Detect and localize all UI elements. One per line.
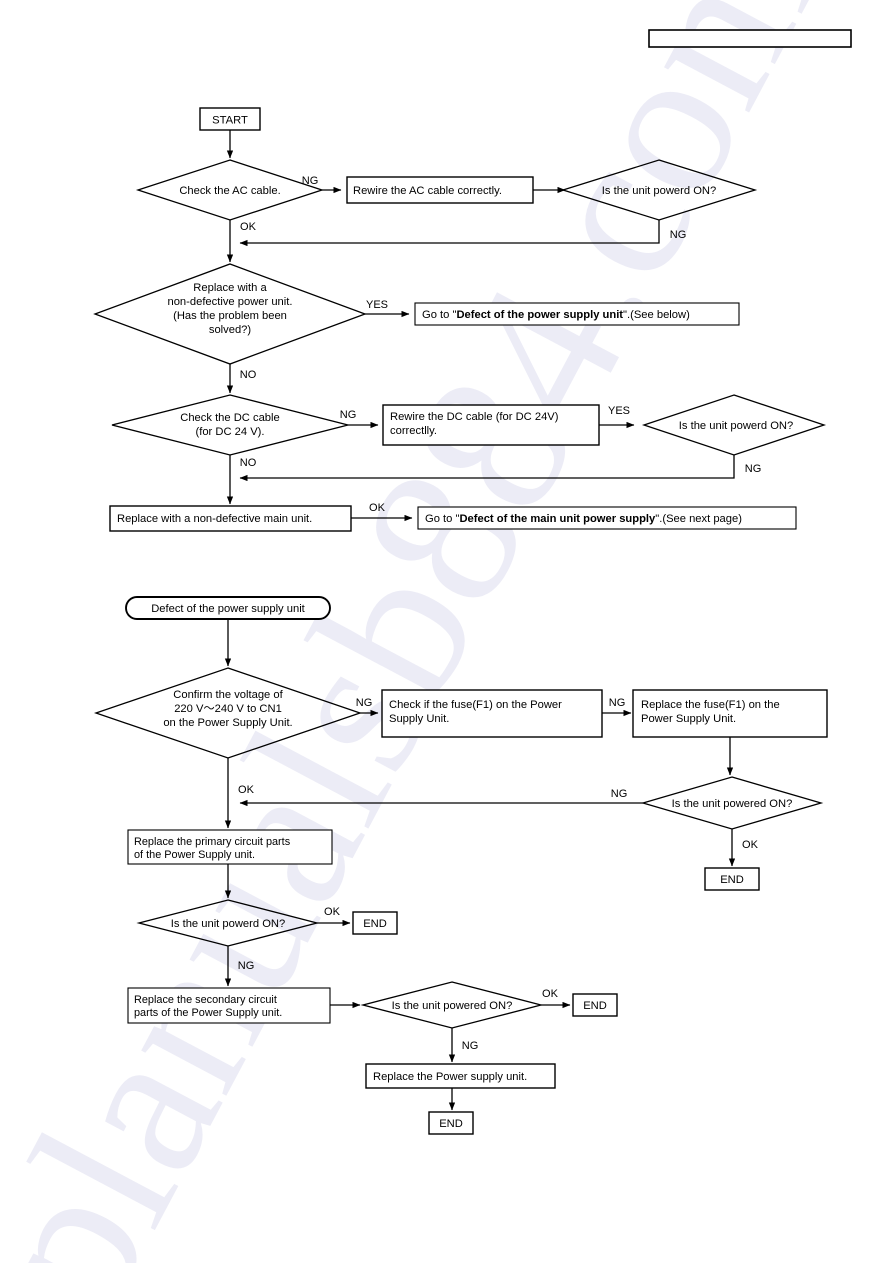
edge-label-yes-1: YES: [366, 299, 388, 311]
node-replace-main-label: Replace with a non-defective main unit.: [117, 513, 312, 525]
node-defect-psu-terminator-label: Defect of the power supply unit: [151, 603, 305, 615]
node-rewire-dc-line-1: Rewire the DC cable (for DC 24V): [390, 411, 559, 423]
node-replace-fuse-line-2: Power Supply Unit.: [641, 713, 736, 725]
node-goto-main-bold: Defect of the main unit power supply: [459, 513, 656, 525]
edge-label-yes-2: YES: [608, 405, 630, 417]
edge-label-ng-4: NG: [745, 463, 762, 475]
edge-label-ok-5: OK: [324, 906, 341, 918]
node-goto-psu-prefix: Go to ": [422, 309, 456, 321]
node-replace-psu-label: Replace the Power supply unit.: [373, 1071, 527, 1083]
edge-label-ok-4: OK: [238, 784, 255, 796]
node-start-label: START: [212, 115, 248, 127]
node-unit-on-1-label: Is the unit powerd ON?: [602, 185, 716, 197]
node-confirm-voltage-line-3: on the Power Supply Unit.: [163, 717, 292, 729]
conn-unit-on-2-ng-feedback: [239, 455, 735, 482]
node-rewire-ac-label: Rewire the AC cable correctly.: [353, 185, 502, 197]
node-replace-primary-line-2: of the Power Supply unit.: [134, 849, 255, 861]
node-check-ac-label: Check the AC cable.: [179, 185, 280, 197]
node-goto-main-suffix: ".(See next page): [655, 513, 742, 525]
edge-label-ok-6: OK: [542, 988, 559, 1000]
edge-label-ok-1: OK: [240, 221, 257, 233]
edge-label-ng-7: NG: [611, 788, 628, 800]
node-check-fuse-line-1: Check if the fuse(F1) on the Power: [389, 699, 562, 711]
node-replace-secondary-line-2: parts of the Power Supply unit.: [134, 1007, 282, 1019]
node-replace-power-line-3: (Has the problem been: [173, 310, 287, 322]
node-replace-primary-line-1: Replace the primary circuit parts: [134, 836, 291, 848]
flowchart: START Check the AC cable. NG Rewire the …: [93, 29, 852, 1135]
node-check-dc-line-2: (for DC 24 V).: [195, 426, 264, 438]
node-replace-power-line-4: solved?): [209, 324, 252, 336]
edge-label-no-2: NO: [240, 457, 257, 469]
node-goto-psu-bold: Defect of the power supply unit: [456, 309, 623, 321]
node-replace-power-line-1: Replace with a: [193, 282, 267, 294]
edge-label-ok-3: OK: [742, 839, 759, 851]
node-rewire-dc-line-2: correctlly.: [390, 425, 437, 437]
node-unit-on-5-label: Is the unit powered ON?: [392, 1000, 513, 1012]
node-goto-main-prefix: Go to ": [425, 513, 459, 525]
node-replace-secondary-line-1: Replace the secondary circuit: [134, 994, 277, 1006]
node-unit-on-2-label: Is the unit powerd ON?: [679, 420, 793, 432]
node-unit-on-3-label: Is the unit powered ON?: [672, 798, 793, 810]
node-check-dc-line-1: Check the DC cable: [180, 412, 280, 424]
header-corner-box: [648, 29, 852, 48]
node-replace-fuse-line-1: Replace the fuse(F1) on the: [641, 699, 780, 711]
node-end-1-label: END: [720, 874, 744, 886]
node-goto-main-label: Go to "Defect of the main unit power sup…: [425, 513, 742, 525]
node-check-dc: [111, 394, 349, 456]
node-check-fuse-line-2: Supply Unit.: [389, 713, 449, 725]
edge-label-ng-5: NG: [356, 697, 373, 709]
edge-label-ng-9: NG: [462, 1040, 479, 1052]
node-end-3-label: END: [583, 1000, 607, 1012]
edge-label-ng-6: NG: [609, 697, 626, 709]
edge-label-ok-2: OK: [369, 502, 386, 514]
edge-label-ng-2: NG: [670, 229, 687, 241]
edge-label-no-1: NO: [240, 369, 257, 381]
node-unit-on-4-label: Is the unit powerd ON?: [171, 918, 285, 930]
node-goto-psu-suffix: ".(See below): [623, 309, 690, 321]
node-confirm-voltage-line-2: 220 V～240 V to CN1: [174, 703, 282, 715]
node-end-4-label: END: [439, 1118, 463, 1130]
node-goto-psu-label: Go to "Defect of the power supply unit".…: [422, 309, 690, 321]
edge-label-ng-1: NG: [302, 175, 319, 187]
edge-label-ng-3: NG: [340, 409, 357, 421]
node-confirm-voltage-line-1: Confirm the voltage of: [173, 689, 283, 701]
edge-label-ng-8: NG: [238, 960, 255, 972]
document-page: planualsb884.com START Check the AC cabl…: [0, 0, 893, 1263]
node-end-2-label: END: [363, 918, 387, 930]
conn-unit-on-1-ng-feedback: [239, 220, 660, 247]
node-replace-power-line-2: non-defective power unit.: [167, 296, 292, 308]
